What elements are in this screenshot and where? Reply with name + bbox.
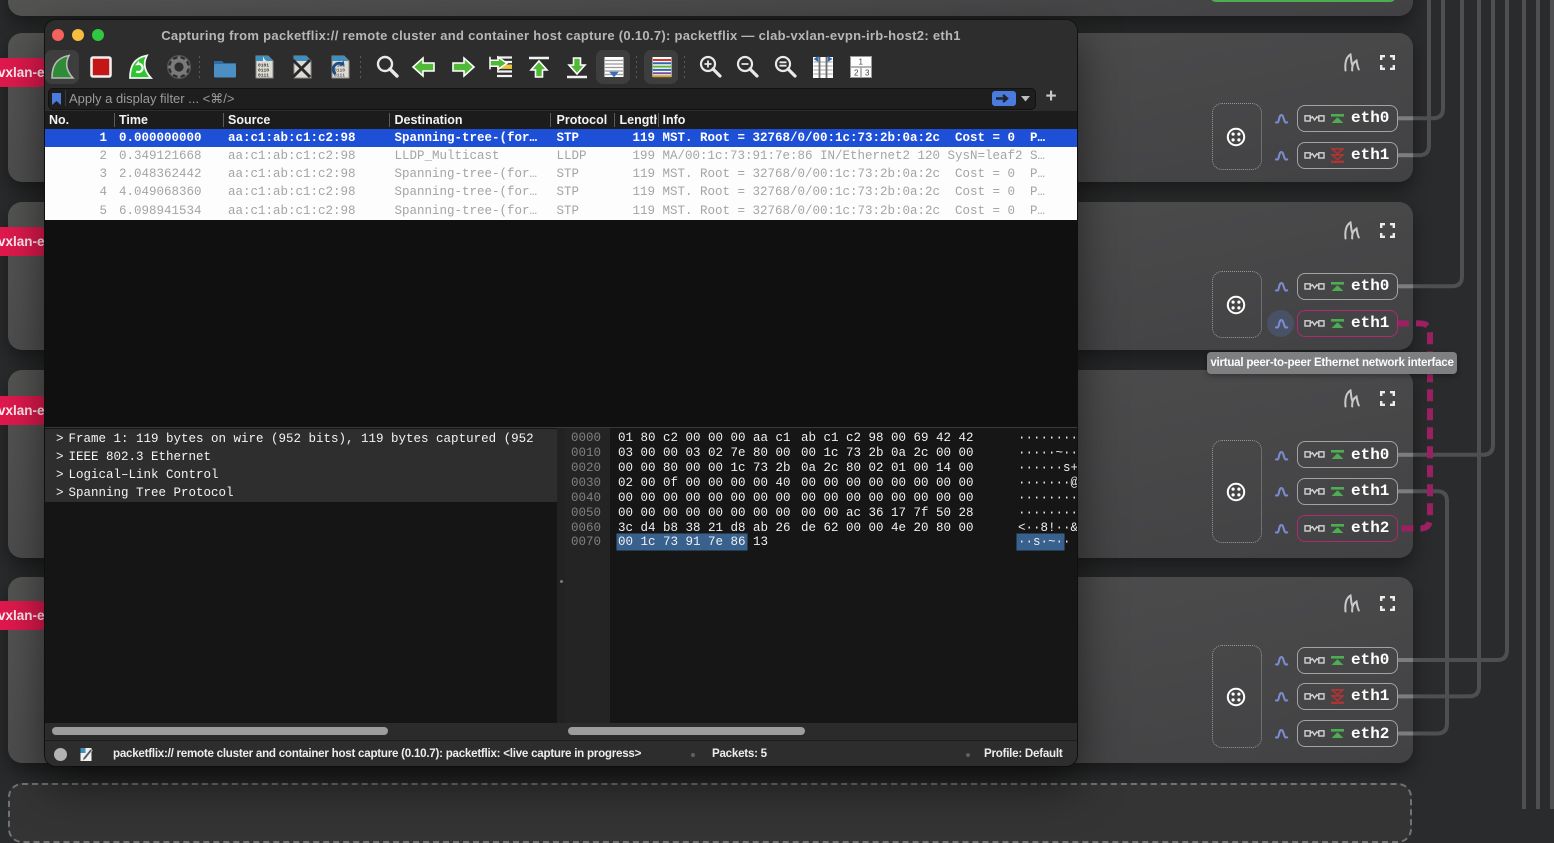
svg-text:0111: 0111 — [258, 73, 269, 79]
svg-text:2: 2 — [854, 69, 859, 78]
svg-text:1: 1 — [859, 58, 864, 67]
svg-text:3: 3 — [865, 69, 870, 78]
